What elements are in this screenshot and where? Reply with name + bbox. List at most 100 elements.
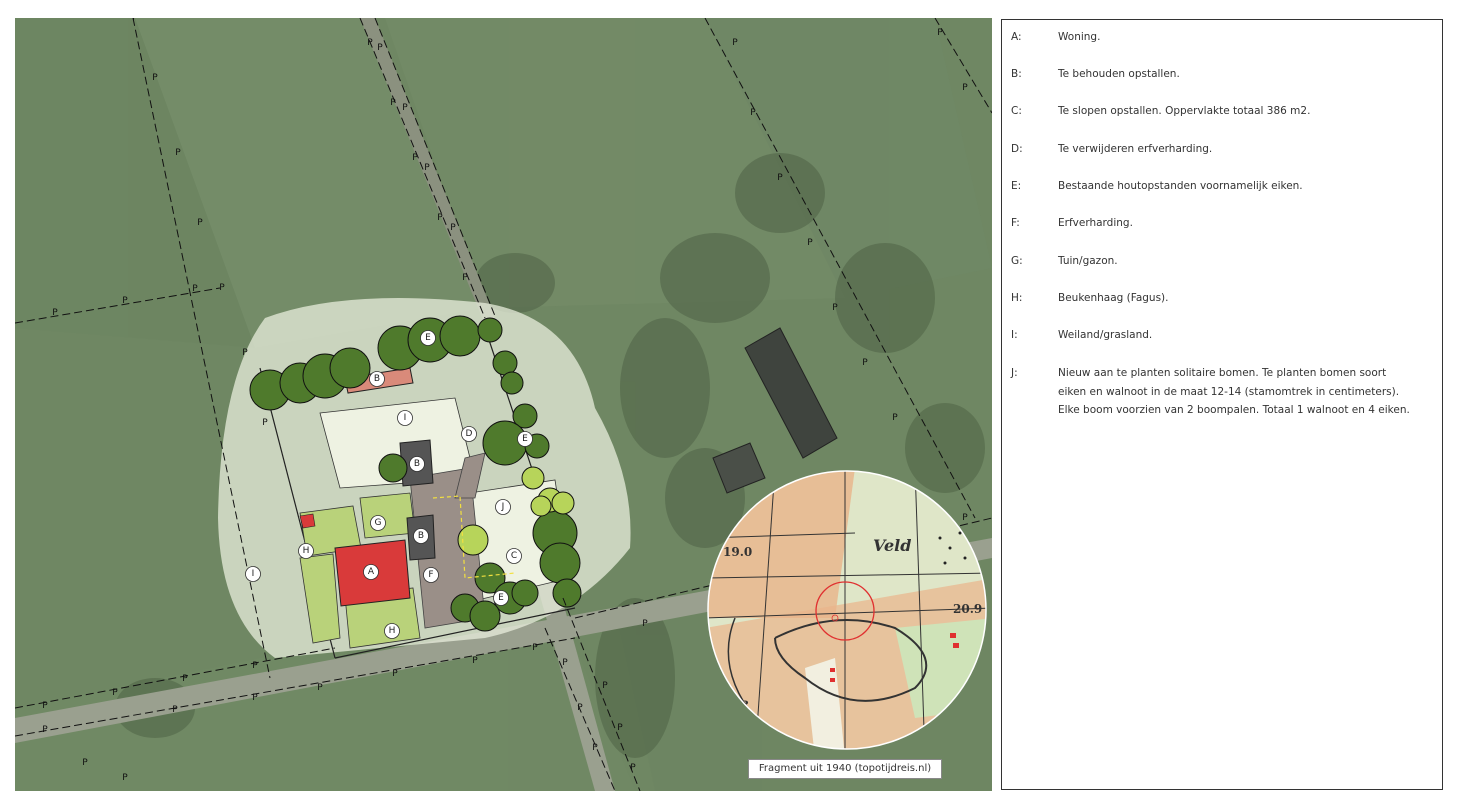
pipe-marker: P	[390, 98, 396, 108]
svg-text:G: G	[375, 518, 382, 528]
plan-label-i: I	[397, 410, 413, 426]
pipe-marker: P	[577, 703, 583, 713]
svg-text:I: I	[252, 569, 255, 579]
historic-map-caption: Fragment uit 1940 (topotijdreis.nl)	[748, 759, 942, 779]
svg-text:F: F	[428, 570, 433, 580]
pipe-marker: P	[962, 513, 968, 523]
pipe-marker: P	[832, 303, 838, 313]
svg-text:C: C	[511, 551, 517, 561]
plan-label-b: B	[413, 528, 429, 544]
legend-description: Nieuw aan te planten solitaire bomen. Te…	[1058, 367, 1410, 416]
pipe-marker: P	[592, 743, 598, 753]
plan-label-e: E	[420, 330, 436, 346]
pipe-marker: P	[367, 38, 373, 48]
pipe-marker: P	[175, 148, 181, 158]
legend-key: J:	[1011, 367, 1018, 379]
pipe-marker: P	[42, 701, 48, 711]
pipe-marker: P	[252, 693, 258, 703]
pipe-marker: P	[642, 619, 648, 629]
legend-description: Weiland/grasland.	[1058, 329, 1153, 341]
pipe-marker: P	[122, 296, 128, 306]
plan-label-e: E	[493, 590, 509, 606]
legend-description: Te behouden opstallen.	[1058, 68, 1180, 80]
old-map-label-left: 19.0	[723, 545, 752, 559]
site-plan-map[interactable]: PPPPPPPPPPPPPPPPPPPPPPPPPPPPPPPPPPPPPPPP…	[15, 18, 992, 791]
plan-label-b: B	[369, 371, 385, 387]
legend-key: D:	[1011, 143, 1023, 155]
pipe-marker: P	[132, 18, 138, 23]
pipe-marker: P	[862, 358, 868, 368]
svg-text:H: H	[303, 546, 310, 556]
legend-key: B:	[1011, 68, 1022, 80]
legend-key: E:	[1011, 180, 1022, 192]
plan-sheet: PPPPPPPPPPPPPPPPPPPPPPPPPPPPPPPPPPPPPPPP…	[0, 0, 1457, 807]
pipe-marker: P	[937, 28, 943, 38]
pipe-marker: P	[52, 308, 58, 318]
pipe-marker: P	[122, 773, 128, 783]
pipe-marker: P	[377, 43, 383, 53]
legend-key: G:	[1011, 255, 1023, 267]
pipe-marker: P	[152, 73, 158, 83]
legend-description: Bestaande houtopstanden voornamelijk eik…	[1058, 180, 1303, 192]
svg-text:D: D	[466, 429, 473, 439]
svg-text:E: E	[498, 593, 504, 603]
pipe-marker: P	[532, 643, 538, 653]
plan-label-d: D	[461, 426, 477, 442]
plan-label-h: H	[298, 543, 314, 559]
legend-key: H:	[1011, 292, 1023, 304]
plan-label-e: E	[517, 431, 533, 447]
pipe-marker: P	[437, 213, 443, 223]
svg-text:I: I	[404, 413, 407, 423]
pipe-marker: P	[392, 669, 398, 679]
pipe-marker: P	[750, 108, 756, 118]
pipe-marker: P	[82, 758, 88, 768]
legend-description: Te verwijderen erfverharding.	[1058, 143, 1213, 155]
svg-text:E: E	[425, 333, 431, 343]
pipe-marker: P	[450, 223, 456, 233]
pipe-marker: P	[42, 725, 48, 735]
plan-label-a: A	[363, 564, 379, 580]
pipe-marker: P	[777, 173, 783, 183]
pipe-marker: P	[219, 283, 225, 293]
legend-description: Beukenhaag (Fagus).	[1058, 292, 1169, 304]
pipe-marker: P	[962, 83, 968, 93]
plan-label-c: C	[506, 548, 522, 564]
pipe-marker: P	[317, 683, 323, 693]
plan-label-g: G	[370, 515, 386, 531]
pipe-marker: P	[172, 705, 178, 715]
pipe-marker: P	[602, 681, 608, 691]
plan-label-b: B	[409, 456, 425, 472]
pipe-marker: P	[472, 656, 478, 666]
pipe-marker: P	[630, 763, 636, 773]
legend-key: C:	[1011, 105, 1022, 117]
pipe-marker: P	[242, 348, 248, 358]
legend-description: Woning.	[1058, 31, 1101, 43]
pipe-marker: P	[412, 153, 418, 163]
pipe-marker: P	[402, 103, 408, 113]
legend-panel: A: Woning. B: Te behouden opstallen. C: Te sl…	[1001, 19, 1443, 790]
svg-text:B: B	[374, 374, 380, 384]
legend-key: I:	[1011, 329, 1018, 341]
pipe-marker: P	[192, 284, 198, 294]
legend-description: Tuin/gazon.	[1058, 255, 1118, 267]
pipe-marker: P	[182, 674, 188, 684]
pipe-marker: P	[732, 38, 738, 48]
pipe-marker: P	[807, 238, 813, 248]
svg-text:H: H	[389, 626, 396, 636]
pipe-marker: P	[892, 413, 898, 423]
svg-text:B: B	[418, 531, 424, 541]
pipe-marker: P	[197, 218, 203, 228]
svg-text:J: J	[501, 502, 505, 512]
plan-label-f: F	[423, 567, 439, 583]
pipe-marker: P	[462, 273, 468, 283]
pipe-marker: P	[617, 723, 623, 733]
legend-key: F:	[1011, 217, 1020, 229]
old-map-label-right: 20.9	[953, 602, 982, 616]
plan-label-j: J	[495, 499, 511, 515]
pipe-marker: P	[112, 688, 118, 698]
plan-label-i: I	[245, 566, 261, 582]
legend-description: Erfverharding.	[1058, 217, 1133, 229]
pipe-marker: P	[262, 418, 268, 428]
legend-key: A:	[1011, 31, 1022, 43]
svg-text:A: A	[368, 567, 375, 577]
